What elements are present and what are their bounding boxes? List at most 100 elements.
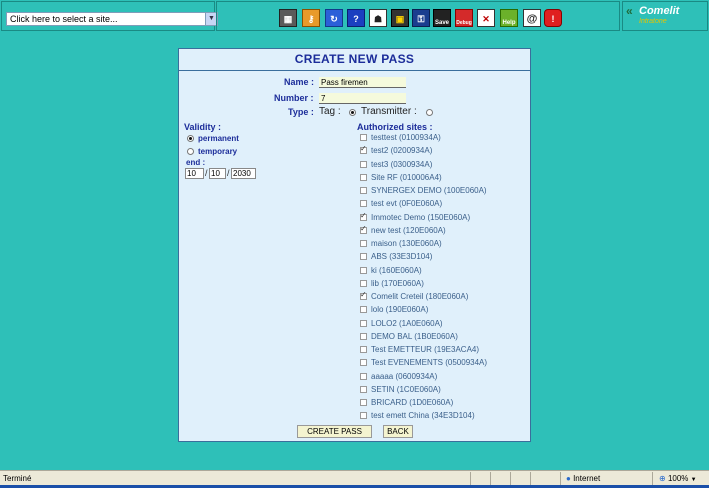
site-checkbox[interactable] — [360, 240, 367, 247]
site-selector-area: Click here to select a site... ▼ — [1, 1, 218, 31]
create-pass-panel: CREATE NEW PASS Name : Pass firemen Numb… — [178, 48, 531, 442]
site-label: lolo (190E060A) — [371, 305, 429, 314]
site-checkbox[interactable] — [360, 267, 367, 274]
refresh-icon[interactable]: ↻ — [325, 9, 343, 27]
zone-label: Internet — [573, 474, 601, 483]
page-title: CREATE NEW PASS — [179, 49, 530, 71]
site-checkbox[interactable] — [360, 187, 367, 194]
site-checkbox[interactable] — [360, 224, 367, 234]
site-label: Immotec Demo (150E060A) — [371, 213, 471, 222]
type-tag-radio[interactable] — [349, 109, 356, 116]
end-day-field[interactable]: 10 — [185, 168, 204, 179]
power-icon[interactable]: ! — [544, 9, 562, 27]
site-checkbox[interactable] — [360, 373, 367, 380]
site-checkbox[interactable] — [360, 412, 367, 419]
site-label: test2 (0200934A) — [371, 146, 433, 155]
date-separator: / — [205, 168, 208, 178]
zoom-icon: ⊕ — [659, 474, 666, 483]
site-label: test3 (0300934A) — [371, 160, 433, 169]
site-checkbox[interactable] — [360, 320, 367, 327]
create-pass-button[interactable]: CREATE PASS — [297, 425, 372, 438]
permanent-radio[interactable] — [187, 135, 194, 142]
type-transmitter-radio[interactable] — [426, 109, 433, 116]
type-label: Type : — [288, 107, 314, 117]
site-checkbox[interactable] — [360, 280, 367, 287]
type-tag-label: Tag : — [319, 106, 341, 117]
site-label: new test (120E060A) — [371, 226, 446, 235]
type-transmitter-label: Transmitter : — [361, 106, 417, 117]
site-label: SYNERGEX DEMO (100E060A) — [371, 186, 487, 195]
site-label: SETIN (1C0E060A) — [371, 385, 441, 394]
site-checkbox[interactable] — [360, 346, 367, 353]
top-bar: Click here to select a site... ▼ ▦ ⚷ ↻ ?… — [0, 0, 709, 32]
site-label: DEMO BAL (1B0E060A) — [371, 332, 458, 341]
site-label: BRICARD (1D0E060A) — [371, 398, 454, 407]
site-checkbox[interactable] — [360, 333, 367, 340]
building-icon[interactable]: ▦ — [279, 9, 297, 27]
site-checkbox[interactable] — [360, 386, 367, 393]
site-checkbox[interactable] — [360, 359, 367, 366]
end-label: end : — [186, 158, 206, 167]
site-label: maison (130E060A) — [371, 239, 442, 248]
brand-logo: « Comelit Intratone — [622, 1, 708, 31]
badge-icon[interactable]: ▣ — [391, 9, 409, 27]
site-label: test evt (0F0E060A) — [371, 199, 443, 208]
debug-icon-label: Debug — [456, 20, 472, 26]
logo-text: Comelit — [639, 5, 680, 17]
site-label: Site RF (010006A4) — [371, 173, 442, 182]
site-label: Comelit Creteil (180E060A) — [371, 292, 469, 301]
site-label: Test EVENEMENTS (0500934A) — [371, 358, 488, 367]
number-field[interactable]: 7 — [319, 93, 406, 104]
site-checkbox[interactable] — [360, 399, 367, 406]
logo-subtext: Intratone — [639, 18, 667, 25]
user-icon[interactable]: ☗ — [369, 9, 387, 27]
site-checkbox[interactable] — [360, 144, 367, 154]
validity-label: Validity : — [184, 122, 222, 132]
date-separator: / — [227, 168, 230, 178]
site-label: aaaaa (0600934A) — [371, 372, 438, 381]
site-label: LOLO2 (1A0E060A) — [371, 319, 443, 328]
site-label: Test EMETTEUR (19E3ACA4) — [371, 345, 480, 354]
site-checkbox[interactable] — [360, 161, 367, 168]
save-icon[interactable]: Save — [433, 9, 451, 27]
name-field[interactable]: Pass firemen — [319, 77, 406, 88]
site-checkbox[interactable] — [360, 200, 367, 207]
chevron-down-icon[interactable]: ▼ — [691, 477, 697, 483]
site-label: ABS (33E3D104) — [371, 252, 433, 261]
site-label: test emett China (34E3D104) — [371, 411, 475, 420]
tools-icon[interactable]: ✕ — [477, 9, 495, 27]
temporary-label: temporary — [198, 147, 238, 156]
site-select[interactable]: Click here to select a site... ▼ — [6, 12, 218, 26]
temporary-radio[interactable] — [187, 148, 194, 155]
key-add-icon[interactable]: ⚿ — [412, 9, 430, 27]
permanent-label: permanent — [198, 134, 239, 143]
logo-icon: « — [626, 4, 633, 18]
help-icon-label: Help — [502, 20, 516, 26]
status-text: Terminé — [3, 474, 32, 483]
number-label: Number : — [274, 93, 314, 103]
site-label: testtest (0100934A) — [371, 133, 441, 142]
name-label: Name : — [284, 77, 315, 87]
site-checkbox[interactable] — [360, 306, 367, 313]
site-label: ki (160E060A) — [371, 266, 422, 275]
globe-icon: ● — [566, 474, 571, 483]
debug-icon[interactable]: Debug — [455, 9, 473, 27]
site-checkbox[interactable] — [360, 290, 367, 300]
end-month-field[interactable]: 10 — [209, 168, 226, 179]
site-checkbox[interactable] — [360, 134, 367, 141]
site-select-value: Click here to select a site... — [10, 14, 118, 24]
site-label: lib (170E060A) — [371, 279, 424, 288]
help-book-icon[interactable]: Help — [500, 9, 518, 27]
at-icon[interactable]: @ — [523, 9, 541, 27]
site-checkbox[interactable] — [360, 253, 367, 260]
site-checkbox[interactable] — [360, 174, 367, 181]
end-year-field[interactable]: 2030 — [231, 168, 256, 179]
authorized-sites-label: Authorized sites : — [357, 122, 433, 132]
save-icon-label: Save — [434, 20, 449, 26]
zoom-level: 100% — [667, 474, 689, 483]
toolbar: ▦ ⚷ ↻ ? ☗ ▣ ⚿ Save Debug ✕ Help @ ! — [216, 1, 620, 31]
key-icon[interactable]: ⚷ — [302, 9, 320, 27]
site-checkbox[interactable] — [360, 211, 367, 221]
help-icon[interactable]: ? — [347, 9, 365, 27]
back-button[interactable]: BACK — [383, 425, 413, 438]
